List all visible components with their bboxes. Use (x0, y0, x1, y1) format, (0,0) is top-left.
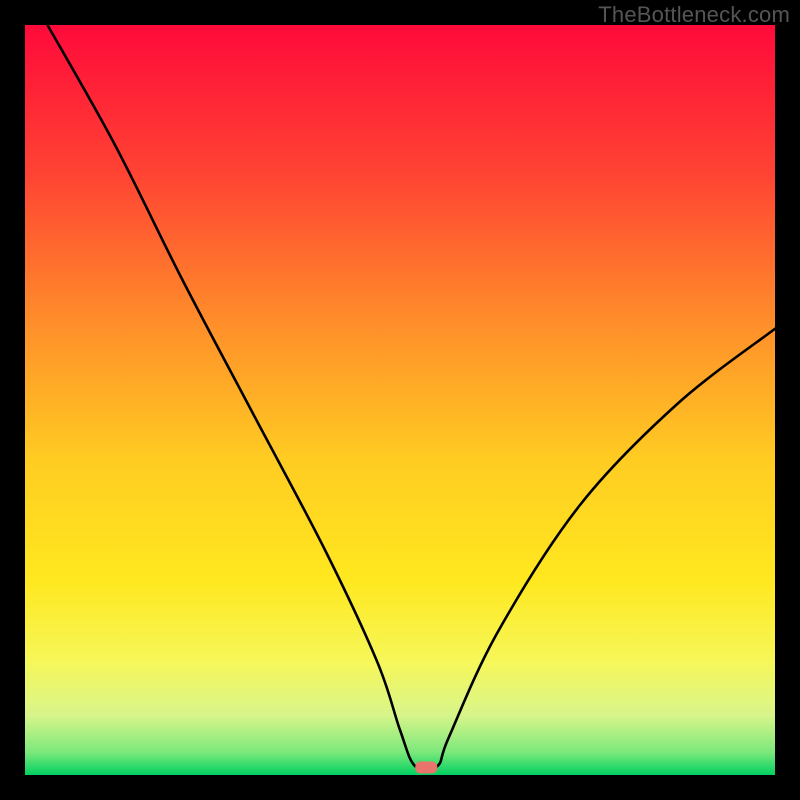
chart-svg (0, 0, 800, 800)
watermark-text: TheBottleneck.com (598, 2, 790, 28)
bottleneck-chart: TheBottleneck.com (0, 0, 800, 800)
chart-plot-area (25, 25, 775, 775)
optimum-marker (415, 762, 437, 774)
